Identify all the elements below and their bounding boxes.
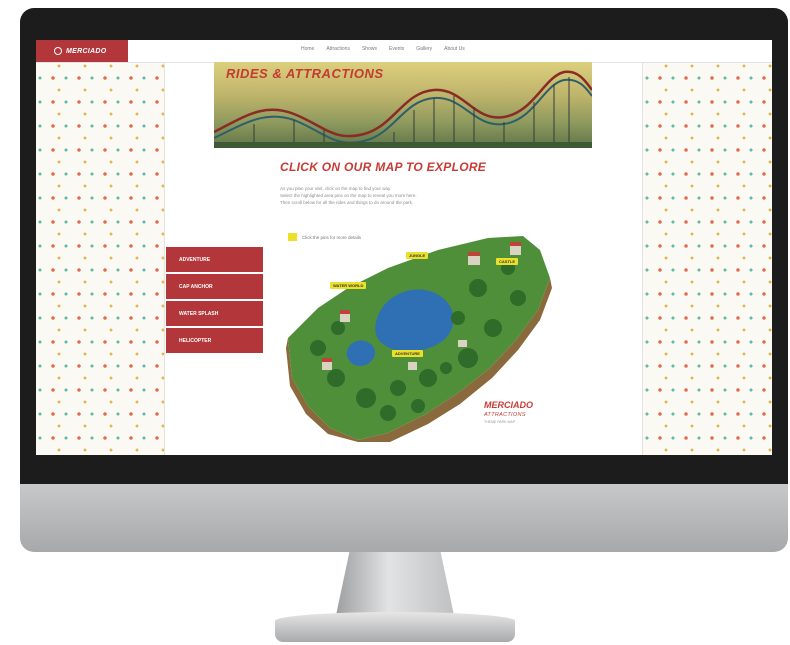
menu-item-helicopter[interactable]: HELICOPTER — [166, 328, 263, 353]
dotted-side-panel-right — [642, 62, 772, 455]
hero-banner: RIDES & ATTRACTIONS — [214, 62, 592, 148]
monitor-chin — [20, 484, 788, 552]
banner-title: RIDES & ATTRACTIONS — [226, 66, 384, 81]
map-brand-subtitle: ATTRACTIONS — [484, 412, 526, 418]
logo-text: MERCIADO — [66, 47, 107, 55]
nav-link-attractions[interactable]: Attractions — [326, 46, 350, 52]
monitor-stand-neck — [335, 552, 455, 620]
ring-logo-icon — [54, 47, 62, 55]
main-nav: Home Attractions Shows Events Gallery Ab… — [301, 46, 465, 52]
map-brand-title: MERCIADO — [484, 400, 533, 410]
menu-item-cap-anchor[interactable]: CAP ANCHOR — [166, 274, 263, 299]
dotted-side-panel-left — [36, 62, 165, 455]
intro-text: As you plan your visit, click on the map… — [280, 185, 520, 206]
site-logo[interactable]: MERCIADO — [36, 40, 128, 62]
page-heading: CLICK ON OUR MAP TO EXPLORE — [280, 160, 487, 174]
nav-link-home[interactable]: Home — [301, 46, 314, 52]
map-pin-label[interactable]: JUNGLE — [406, 252, 429, 259]
nav-link-events[interactable]: Events — [389, 46, 404, 52]
map-pin-label[interactable]: WATER WORLD — [330, 282, 367, 289]
map-pin-label[interactable]: CASTLE — [496, 258, 518, 265]
monitor-stand-base — [275, 612, 515, 642]
menu-item-water-splash[interactable]: WATER SPLASH — [166, 301, 263, 326]
website-screen: MERCIADO Home Attractions Shows Events G… — [36, 40, 772, 455]
intro-line: As you plan your visit, click on the map… — [280, 186, 392, 191]
top-navigation-bar: MERCIADO Home Attractions Shows Events G… — [36, 40, 772, 63]
map-pin-label[interactable]: ADVENTURE — [392, 350, 423, 357]
nav-link-gallery[interactable]: Gallery — [416, 46, 432, 52]
intro-line: Select the highlighted area pins on the … — [280, 193, 417, 198]
intro-line: Then scroll below for all the rides and … — [280, 200, 414, 205]
map-brand-caption: THEME PARK MAP — [484, 420, 516, 424]
attraction-menu: ADVENTURE CAP ANCHOR WATER SPLASH HELICO… — [166, 247, 263, 355]
menu-item-adventure[interactable]: ADVENTURE — [166, 247, 263, 272]
nav-link-shows[interactable]: Shows — [362, 46, 377, 52]
nav-link-about[interactable]: About Us — [444, 46, 465, 52]
